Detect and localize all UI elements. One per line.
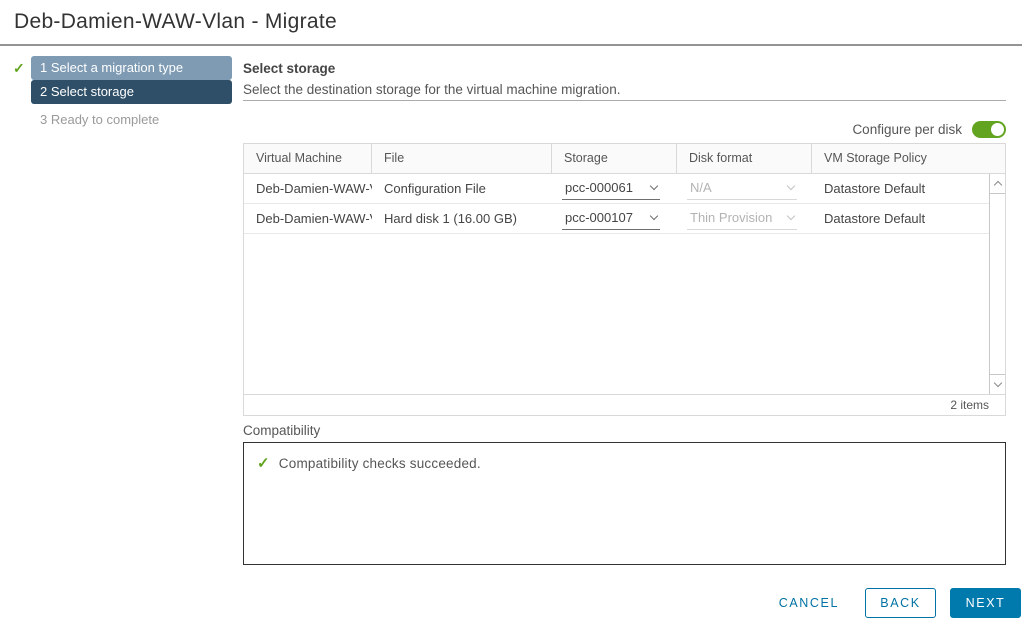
step-item-select-storage[interactable]: 2 Select storage xyxy=(31,80,232,104)
compatibility-message: Compatibility checks succeeded. xyxy=(279,456,481,471)
step-check-spacer xyxy=(13,80,31,84)
cell-disk-format: Thin Provision xyxy=(677,208,812,230)
disk-format-select-disabled: N/A xyxy=(687,178,797,200)
chevron-down-icon xyxy=(650,182,658,190)
cancel-button[interactable]: CANCEL xyxy=(779,588,839,618)
disk-format-value: N/A xyxy=(690,180,712,195)
cell-file: Hard disk 1 (16.00 GB) xyxy=(372,211,552,226)
storage-select-value: pcc-000061 xyxy=(565,180,633,195)
storage-select[interactable]: pcc-000061 xyxy=(562,178,660,200)
step-select-migration-type: ✓ 1 Select a migration type xyxy=(13,56,233,80)
column-header-vm-storage-policy: VM Storage Policy xyxy=(812,144,1005,173)
page-subtitle: Select the destination storage for the v… xyxy=(243,82,620,97)
chevron-down-icon xyxy=(993,379,1001,387)
compatibility-panel: ✓ Compatibility checks succeeded. xyxy=(243,442,1006,565)
compatibility-label: Compatibility xyxy=(243,423,320,438)
disk-format-value: Thin Provision xyxy=(690,210,772,225)
cell-virtual-machine: Deb-Damien-WAW-Vlan xyxy=(244,181,372,196)
cell-storage: pcc-000107 xyxy=(552,208,677,230)
step-item-select-migration-type[interactable]: 1 Select a migration type xyxy=(31,56,232,80)
column-header-file: File xyxy=(372,144,552,173)
title-divider xyxy=(0,44,1022,46)
configure-per-disk-label: Configure per disk xyxy=(852,122,962,137)
content-divider xyxy=(243,100,1006,101)
configure-per-disk-toggle[interactable] xyxy=(972,121,1006,138)
cell-storage: pcc-000061 xyxy=(552,178,677,200)
chevron-down-icon xyxy=(787,182,795,190)
page-title: Select storage xyxy=(243,61,335,76)
next-button[interactable]: NEXT xyxy=(950,588,1021,618)
column-header-storage: Storage xyxy=(552,144,677,173)
table-row: Deb-Damien-WAW-Vlan Configuration File p… xyxy=(244,174,990,204)
step-complete-check-icon: ✓ xyxy=(13,56,31,77)
disk-format-select-disabled: Thin Provision xyxy=(687,208,797,230)
table-row: Deb-Damien-WAW-Vlan Hard disk 1 (16.00 G… xyxy=(244,204,990,234)
storage-select-value: pcc-000107 xyxy=(565,210,633,225)
success-check-icon: ✓ xyxy=(257,454,270,472)
compatibility-message-row: ✓ Compatibility checks succeeded. xyxy=(257,454,1005,472)
cell-virtual-machine: Deb-Damien-WAW-Vlan xyxy=(244,211,372,226)
step-select-storage: 2 Select storage xyxy=(13,80,233,104)
storage-select[interactable]: pcc-000107 xyxy=(562,208,660,230)
column-header-virtual-machine: Virtual Machine xyxy=(244,144,372,173)
configure-per-disk-row: Configure per disk xyxy=(243,119,1006,139)
wizard-steps-nav: ✓ 1 Select a migration type 2 Select sto… xyxy=(13,56,233,127)
column-header-disk-format: Disk format xyxy=(677,144,812,173)
wizard-title: Deb-Damien-WAW-Vlan - Migrate xyxy=(14,10,337,34)
vertical-scrollbar[interactable] xyxy=(989,174,1005,394)
back-button[interactable]: BACK xyxy=(865,588,936,618)
cell-vm-storage-policy: Datastore Default xyxy=(812,211,990,226)
toggle-knob xyxy=(991,123,1004,136)
cell-vm-storage-policy: Datastore Default xyxy=(812,181,990,196)
datagrid-header: Virtual Machine File Storage Disk format… xyxy=(244,144,1005,174)
scroll-down-button[interactable] xyxy=(990,374,1005,394)
cell-disk-format: N/A xyxy=(677,178,812,200)
step-item-ready-to-complete: 3 Ready to complete xyxy=(13,112,233,127)
storage-datagrid: Virtual Machine File Storage Disk format… xyxy=(243,143,1006,416)
chevron-down-icon xyxy=(787,212,795,220)
datagrid-footer: 2 items xyxy=(244,394,1005,415)
scroll-up-button[interactable] xyxy=(990,174,1005,194)
chevron-down-icon xyxy=(650,212,658,220)
items-count: 2 items xyxy=(950,398,989,412)
chevron-up-icon xyxy=(993,181,1001,189)
migrate-wizard-dialog: Deb-Damien-WAW-Vlan - Migrate ✓ 1 Select… xyxy=(0,0,1032,631)
wizard-button-bar: CANCEL BACK NEXT xyxy=(779,588,1021,618)
datagrid-body: Deb-Damien-WAW-Vlan Configuration File p… xyxy=(244,174,1005,394)
cell-file: Configuration File xyxy=(372,181,552,196)
